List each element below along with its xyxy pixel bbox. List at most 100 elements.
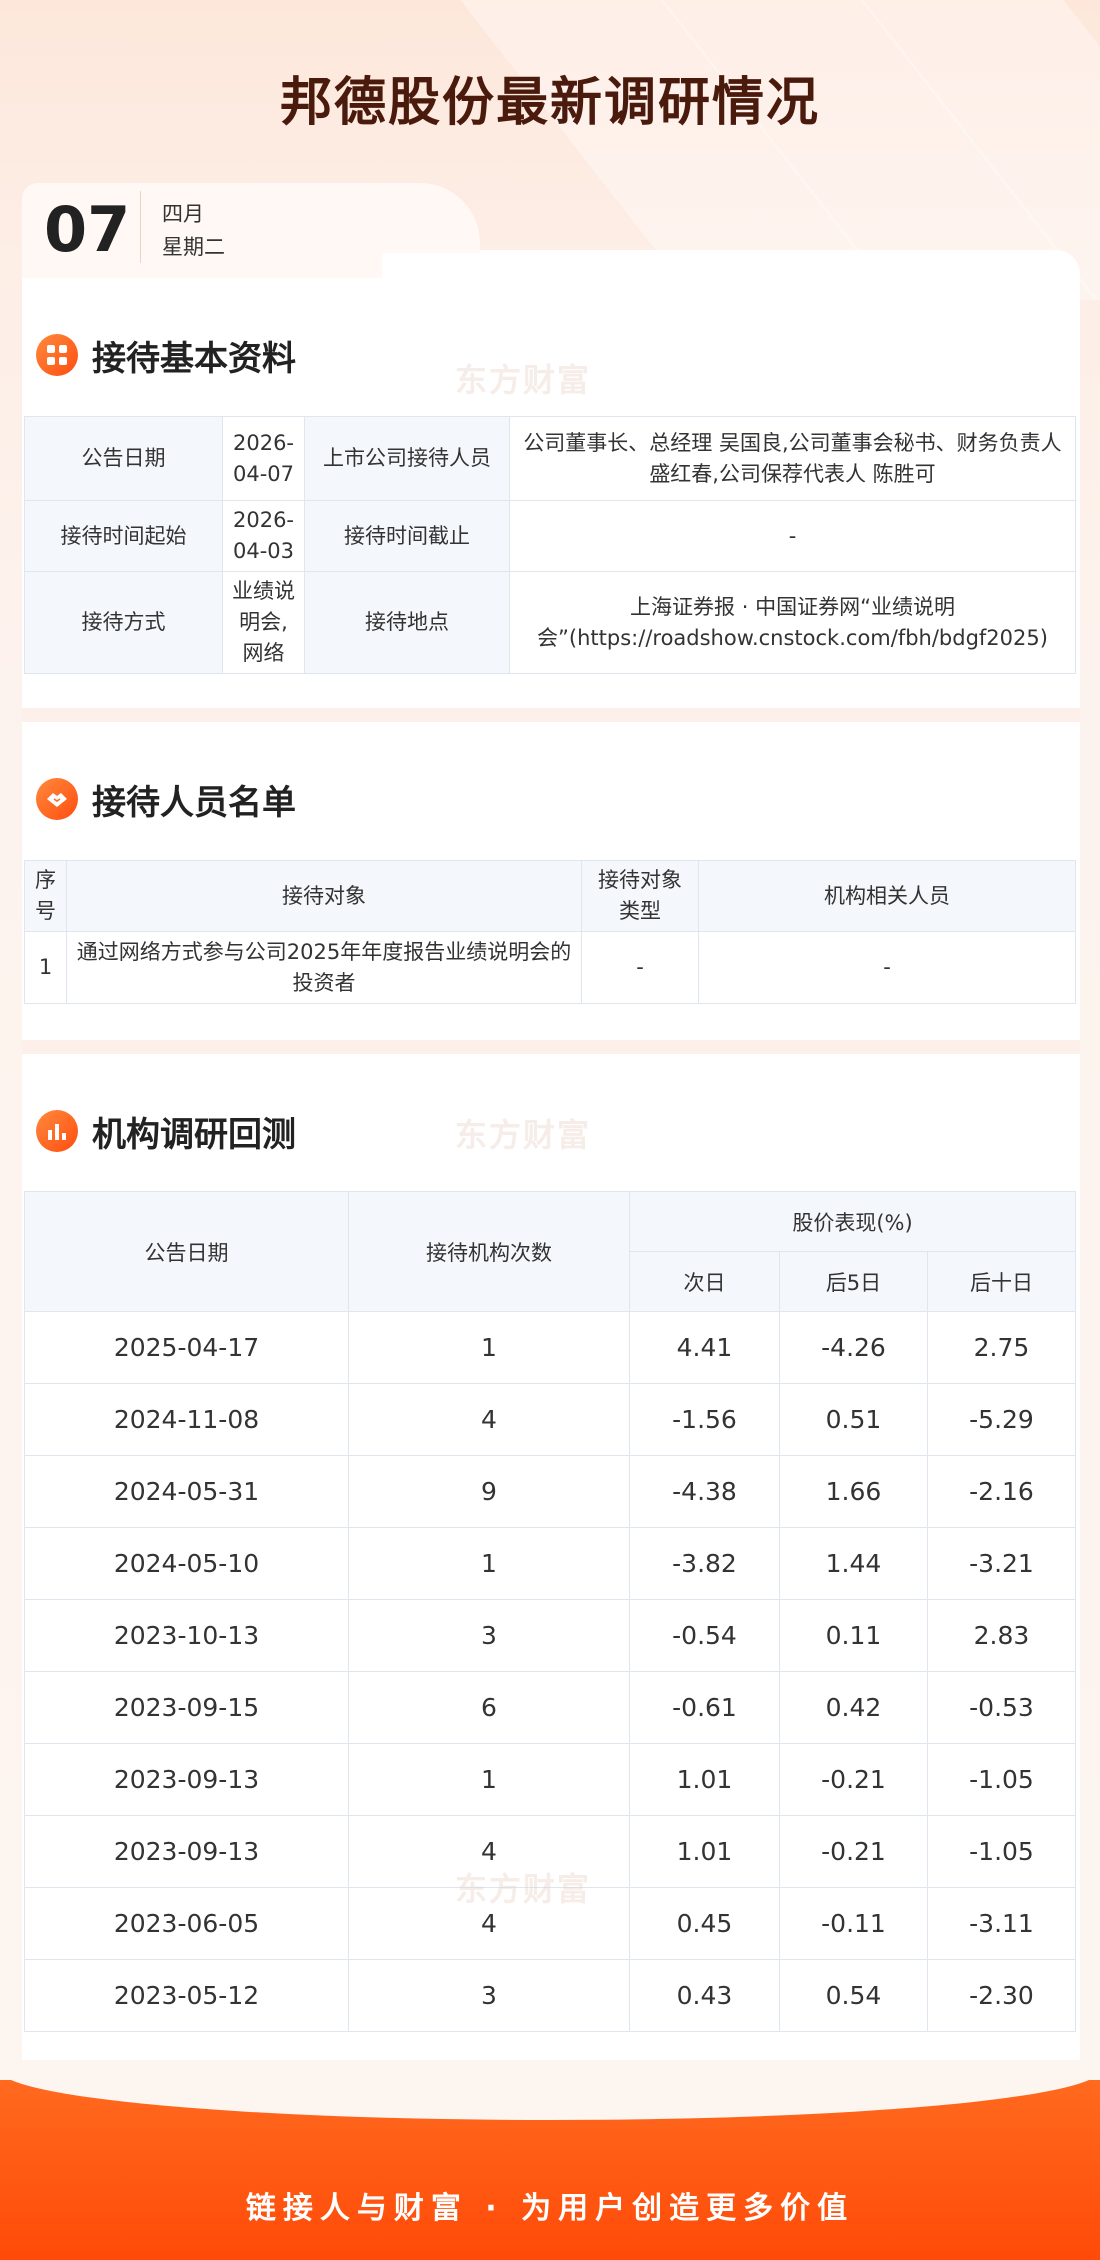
table-row: 2024-05-10 1 -3.82 1.44 -3.21: [24, 1527, 1076, 1600]
section-title-people: 接待人员名单: [92, 782, 296, 823]
section-header-backtest: 机构调研回测: [36, 1106, 296, 1156]
cell-10-day: 2.83: [927, 1599, 1076, 1672]
col-header-visitor-type: 接待对象类型: [581, 860, 699, 932]
cell-next-day: -3.82: [629, 1527, 780, 1600]
col-header-count: 接待机构次数: [348, 1191, 630, 1312]
location-value: 上海证券报 · 中国证券网“业绩说明会”(https://roadshow.cn…: [509, 571, 1076, 674]
cell-10-day: -3.11: [927, 1887, 1076, 1960]
table-row: 2023-09-15 6 -0.61 0.42 -0.53: [24, 1671, 1076, 1744]
footer-slogan: 链接人与财富 · 为用户创造更多价值: [245, 2191, 855, 2226]
cell-count: 3: [348, 1599, 630, 1672]
receptionist-value: 公司董事长、总经理 吴国良,公司董事会秘书、财务负责人 盛红春,公司保荐代表人 …: [509, 416, 1076, 501]
cell-next-day: 1.01: [629, 1815, 780, 1888]
cell-visitor-type: -: [581, 931, 699, 1004]
table-row: 接待方式 业绩说明会,网络 接待地点 上海证券报 · 中国证券网“业绩说明会”(…: [24, 571, 1076, 674]
cell-10-day: -3.21: [927, 1527, 1076, 1600]
date-day: 07: [44, 193, 131, 266]
page-title: 邦德股份最新调研情况: [279, 73, 820, 133]
cell-visitor: 通过网络方式参与公司2025年年度报告业绩说明会的投资者: [66, 931, 582, 1004]
watermark: 东方财富: [455, 1870, 592, 1908]
cell-5-day: 0.42: [779, 1671, 928, 1744]
cell-index: 1: [24, 931, 67, 1004]
announce-date-value: 2026-04-07: [222, 416, 305, 501]
col-header-10-day: 后十日: [927, 1251, 1076, 1312]
receptionist-label: 上市公司接待人员: [304, 416, 510, 501]
cell-count: 9: [348, 1455, 630, 1528]
table-row: 2024-05-31 9 -4.38 1.66 -2.16: [24, 1455, 1076, 1528]
col-header-5-day: 后5日: [779, 1251, 928, 1312]
cell-next-day: -4.38: [629, 1455, 780, 1528]
end-time-label: 接待时间截止: [304, 500, 510, 572]
cell-staff: -: [698, 931, 1076, 1004]
cell-10-day: -2.30: [927, 1959, 1076, 2032]
method-label: 接待方式: [24, 571, 223, 674]
cell-date: 2024-05-10: [24, 1527, 349, 1600]
cell-10-day: 2.75: [927, 1311, 1076, 1384]
col-header-staff: 机构相关人员: [698, 860, 1076, 932]
location-label: 接待地点: [304, 571, 510, 674]
cell-10-day: -1.05: [927, 1815, 1076, 1888]
handshake-icon: [36, 778, 78, 820]
cell-5-day: -0.21: [779, 1743, 928, 1816]
table-header-row: 公告日期 接待机构次数 股价表现(%): [24, 1191, 1076, 1312]
table-row: 2023-05-12 3 0.43 0.54 -2.30: [24, 1959, 1076, 2032]
cell-10-day: -5.29: [927, 1383, 1076, 1456]
date-divider: [140, 191, 141, 263]
announce-date-label: 公告日期: [24, 416, 223, 501]
cell-next-day: 0.45: [629, 1887, 780, 1960]
cell-count: 3: [348, 1959, 630, 2032]
table-row: 接待时间起始 2026-04-03 接待时间截止 -: [24, 500, 1076, 572]
col-header-date: 公告日期: [24, 1191, 349, 1312]
cell-date: 2024-05-31: [24, 1455, 349, 1528]
backtest-table-body: 2025-04-17 1 4.41 -4.26 2.75 2024-11-08 4 -1.56…: [24, 1311, 1076, 2032]
date-month: 四月: [162, 202, 204, 226]
cell-5-day: 0.51: [779, 1383, 928, 1456]
cell-count: 1: [348, 1743, 630, 1816]
section-header-people: 接待人员名单: [36, 774, 296, 824]
cell-date: 2023-06-05: [24, 1887, 349, 1960]
watermark: 东方财富: [455, 1116, 592, 1154]
people-table: 序号 接待对象 接待对象类型 机构相关人员 1 通过网络方式参与公司2025年年…: [24, 860, 1076, 1004]
cell-10-day: -1.05: [927, 1743, 1076, 1816]
table-row: 2023-10-13 3 -0.54 0.11 2.83: [24, 1599, 1076, 1672]
date-weekday: 星期二: [162, 235, 225, 259]
table-row: 2023-09-13 1 1.01 -0.21 -1.05: [24, 1743, 1076, 1816]
cell-date: 2023-10-13: [24, 1599, 349, 1672]
cell-5-day: 0.11: [779, 1599, 928, 1672]
grid-icon: [36, 334, 78, 376]
section-title-backtest: 机构调研回测: [92, 1114, 296, 1155]
cell-10-day: -0.53: [927, 1671, 1076, 1744]
col-header-performance: 股价表现(%): [629, 1191, 1076, 1252]
section-divider: [22, 708, 1080, 722]
bar-chart-icon: [36, 1110, 78, 1152]
cell-next-day: -1.56: [629, 1383, 780, 1456]
cell-10-day: -2.16: [927, 1455, 1076, 1528]
table-row: 1 通过网络方式参与公司2025年年度报告业绩说明会的投资者 - -: [24, 931, 1076, 1004]
cell-date: 2024-11-08: [24, 1383, 349, 1456]
cell-5-day: 0.54: [779, 1959, 928, 2032]
basic-info-table: 公告日期 2026-04-07 上市公司接待人员 公司董事长、总经理 吴国良,公…: [24, 416, 1076, 674]
start-time-label: 接待时间起始: [24, 500, 223, 572]
section-divider: [22, 1040, 1080, 1054]
cell-5-day: -0.21: [779, 1815, 928, 1888]
table-row: 2024-11-08 4 -1.56 0.51 -5.29: [24, 1383, 1076, 1456]
col-header-visitor: 接待对象: [66, 860, 582, 932]
cell-5-day: 1.44: [779, 1527, 928, 1600]
cell-5-day: -4.26: [779, 1311, 928, 1384]
cell-5-day: 1.66: [779, 1455, 928, 1528]
cell-count: 1: [348, 1311, 630, 1384]
cell-next-day: -0.54: [629, 1599, 780, 1672]
cell-date: 2023-09-15: [24, 1671, 349, 1744]
col-header-index: 序号: [24, 860, 67, 932]
watermark: 东方财富: [455, 361, 592, 399]
table-row: 公告日期 2026-04-07 上市公司接待人员 公司董事长、总经理 吴国良,公…: [24, 416, 1076, 501]
method-value: 业绩说明会,网络: [222, 571, 305, 674]
cell-date: 2023-05-12: [24, 1959, 349, 2032]
start-time-value: 2026-04-03: [222, 500, 305, 572]
table-header-row: 序号 接待对象 接待对象类型 机构相关人员: [24, 860, 1076, 932]
section-header-basic: 接待基本资料: [36, 330, 296, 380]
end-time-value: -: [509, 500, 1076, 572]
cell-next-day: -0.61: [629, 1671, 780, 1744]
cell-date: 2025-04-17: [24, 1311, 349, 1384]
col-header-next-day: 次日: [629, 1251, 780, 1312]
